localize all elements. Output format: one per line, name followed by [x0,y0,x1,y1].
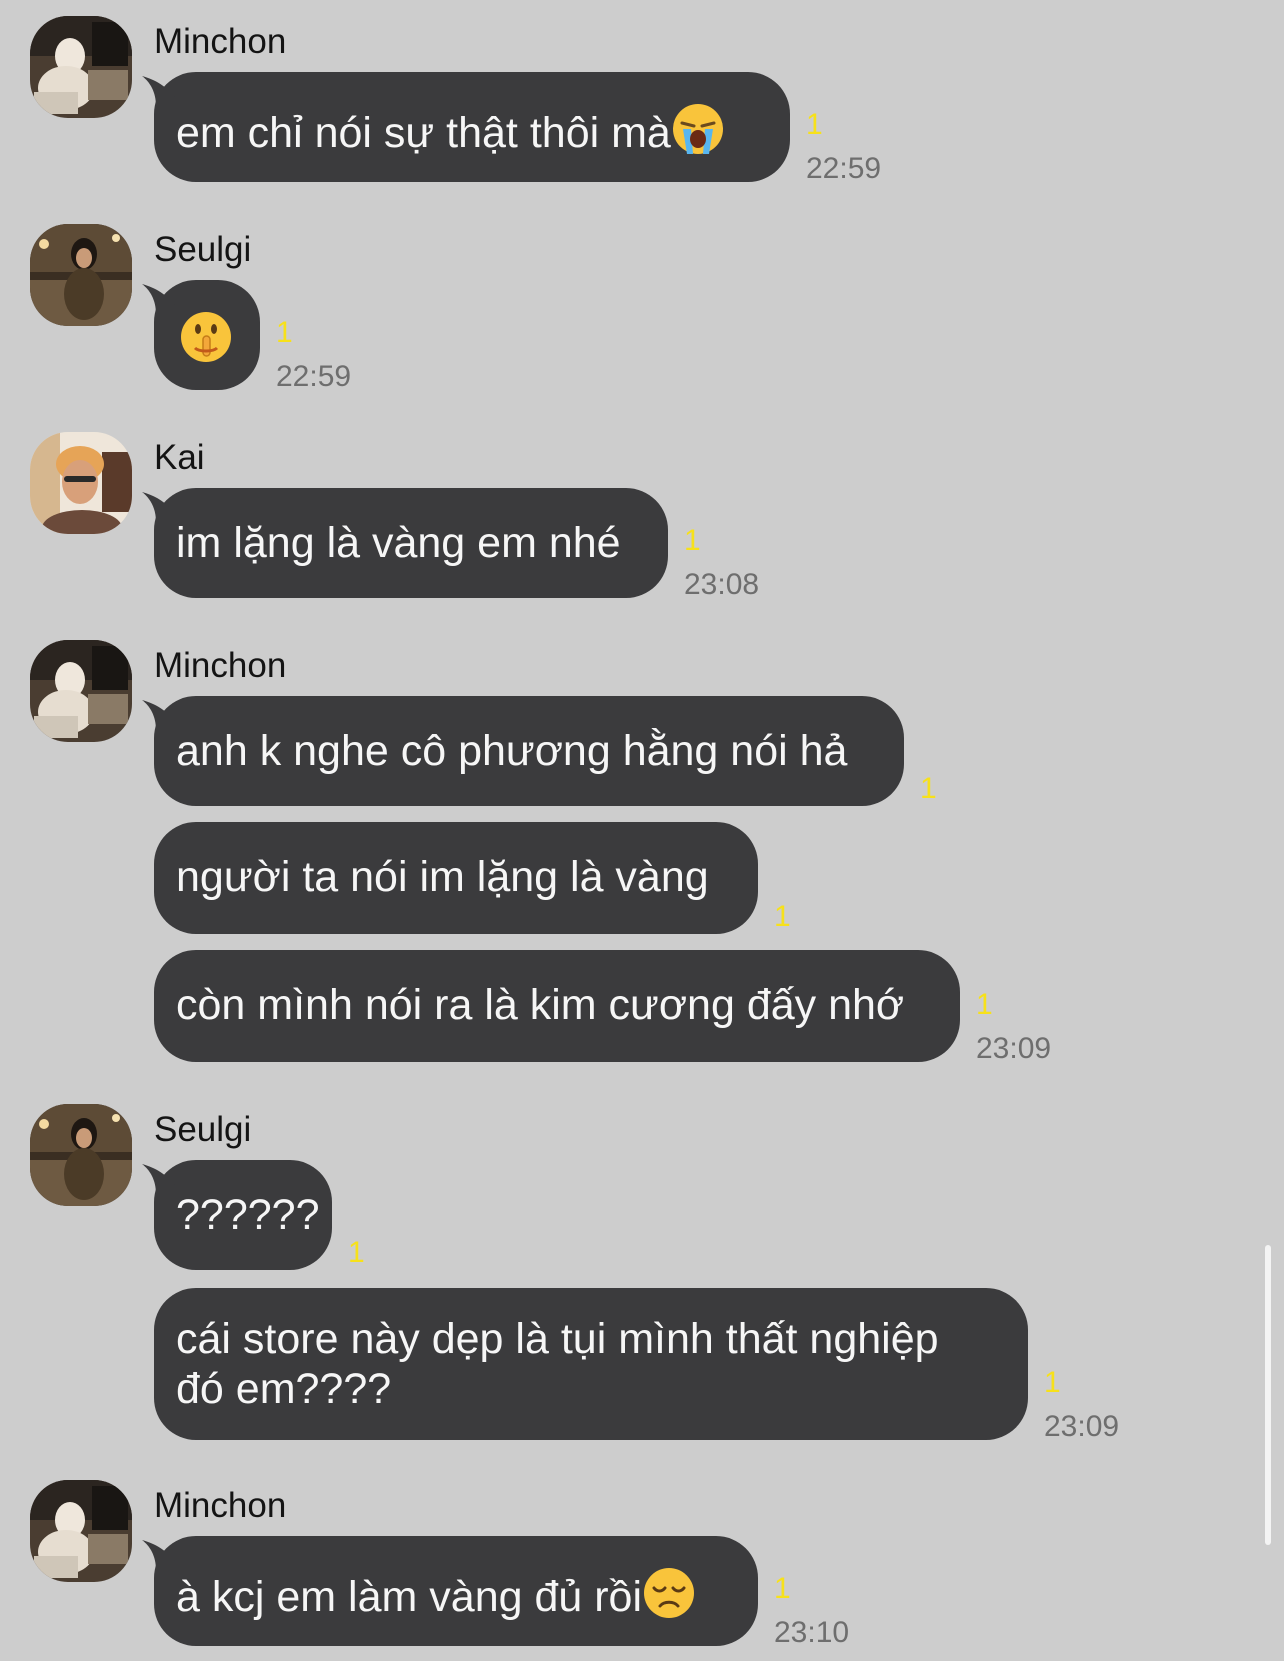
message-bubble[interactable]: em chỉ nói sự thật thôi mà [142,72,790,182]
message-bubble[interactable]: người ta nói im lặng là vàng [154,822,758,934]
message-bubble[interactable]: im lặng là vàng em nhé [142,488,668,598]
message-time: 23:10 [774,1616,850,1649]
unread-count: 1 [348,1236,365,1269]
avatar[interactable] [30,224,132,326]
sender-name: Seulgi [154,230,252,269]
message-text: à kcj em làm vàng đủ rồi [176,1573,643,1621]
avatar[interactable] [30,432,132,534]
sender-name: Minchon [154,646,287,685]
avatar[interactable] [30,1480,132,1582]
message-time: 23:09 [976,1032,1052,1065]
sender-name: Seulgi [154,1110,252,1149]
message-text: còn mình nói ra là kim cương đấy nhớ [176,981,905,1029]
message-text-line: đó em???? [176,1365,392,1413]
message-text: ?????? [176,1191,320,1239]
sender-name: Minchon [154,1486,287,1525]
message-text: anh k nghe cô phương hằng nói hả [176,727,848,775]
message-bubble[interactable]: à kcj em làm vàng đủ rồi [142,1536,758,1646]
message-text: người ta nói im lặng là vàng [176,853,709,901]
bubble-tail [142,1164,178,1194]
bubble-tail [142,76,178,106]
sender-name: Minchon [154,22,287,61]
message-text: im lặng là vàng em nhé [176,519,621,567]
bubble-tail [142,492,178,522]
unread-count: 1 [276,316,293,349]
sender-name: Kai [154,438,205,477]
message-bubble[interactable]: còn mình nói ra là kim cương đấy nhớ [154,950,960,1062]
message-bubble[interactable]: cái store này dẹp là tụi mình thất nghiệ… [154,1288,1028,1440]
message-time: 23:08 [684,568,760,601]
unread-count: 1 [976,988,993,1021]
unread-count: 1 [920,772,937,805]
message-text: em chỉ nói sự thật thôi mà [176,109,671,157]
bubble-tail [142,700,178,730]
message-bubble[interactable]: ?????? [142,1160,332,1270]
unread-count: 1 [774,1572,791,1605]
shushing-face-icon [181,312,231,362]
avatar[interactable] [30,1104,132,1206]
message-bubble[interactable] [142,280,260,390]
avatar[interactable] [30,16,132,118]
loudly-crying-face-icon [672,104,723,154]
unread-count: 1 [684,524,701,557]
bubble-tail [142,1540,178,1570]
disappointed-face-icon [644,1568,695,1618]
unread-count: 1 [774,900,791,933]
message-time: 23:09 [1044,1410,1120,1443]
message-bubble[interactable]: anh k nghe cô phương hằng nói hả [142,696,904,806]
unread-count: 1 [1044,1366,1061,1399]
scrollbar[interactable] [1265,1245,1271,1545]
message-time: 22:59 [806,152,882,185]
unread-count: 1 [806,108,823,141]
message-time: 22:59 [276,360,352,393]
avatar[interactable] [30,640,132,742]
message-text-line: cái store này dẹp là tụi mình thất nghiệ… [176,1315,939,1363]
bubble-tail [142,284,178,314]
